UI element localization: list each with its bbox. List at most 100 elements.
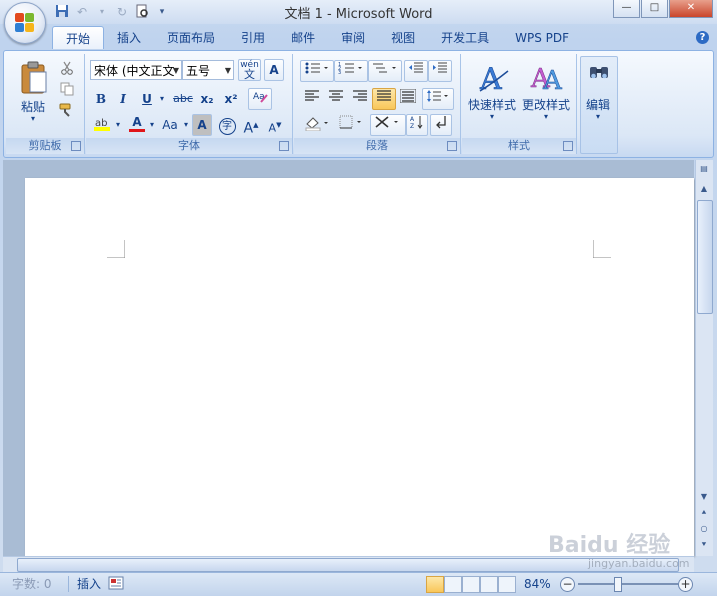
shading-icon[interactable] xyxy=(300,114,334,136)
highlight-icon[interactable]: ab xyxy=(90,114,114,136)
phonetic-guide-button[interactable]: wén 文 xyxy=(238,59,261,81)
next-page-icon[interactable]: ⯆ xyxy=(697,538,711,552)
superscript-button[interactable]: x² xyxy=(220,88,242,110)
draft-view-icon[interactable] xyxy=(498,576,516,593)
font-color-label: A xyxy=(132,115,142,129)
phonetic-guide-char: 文 xyxy=(244,68,255,81)
zoom-slider-thumb[interactable] xyxy=(614,577,622,592)
quick-styles-dropdown-icon[interactable]: ▾ xyxy=(464,112,520,121)
change-styles-button[interactable]: A A xyxy=(520,56,574,134)
highlight-dropdown-icon[interactable]: ▾ xyxy=(112,114,124,136)
vertical-scroll-thumb[interactable] xyxy=(697,200,713,314)
enclose-characters-button[interactable]: 字 xyxy=(216,114,238,136)
tab-references[interactable]: 引用 xyxy=(228,26,278,48)
grow-font-button[interactable]: A▲ xyxy=(240,114,262,137)
previous-page-icon[interactable]: ⯅ xyxy=(697,506,711,520)
print-layout-view-icon[interactable] xyxy=(426,576,444,593)
save-icon[interactable] xyxy=(54,4,70,20)
tab-mailings[interactable]: 邮件 xyxy=(278,26,328,48)
tab-wps-pdf[interactable]: WPS PDF xyxy=(502,26,582,48)
subscript-button[interactable]: x₂ xyxy=(196,88,218,110)
ruler-toggle-icon[interactable]: ▤ xyxy=(697,162,711,176)
tab-home[interactable]: 开始 xyxy=(52,26,105,49)
line-spacing-icon[interactable] xyxy=(422,88,454,110)
tab-view[interactable]: 视图 xyxy=(378,26,428,48)
customize-qat-icon[interactable]: ▾ xyxy=(154,4,170,20)
tab-page-layout[interactable]: 页面布局 xyxy=(154,26,228,48)
numbering-icon[interactable]: 123 xyxy=(334,60,368,82)
browse-object-icon[interactable]: ○ xyxy=(697,522,711,536)
font-size-combo[interactable]: 五号 ▼ xyxy=(182,60,234,80)
styles-launcher-icon[interactable] xyxy=(563,141,573,151)
customize-icon[interactable]: ▾ xyxy=(94,4,110,20)
change-styles-dropdown-icon[interactable]: ▾ xyxy=(518,112,574,121)
paragraph-launcher-icon[interactable] xyxy=(447,141,457,151)
undo-icon[interactable]: ↶ xyxy=(74,4,90,20)
title-bar: 文档 1 - Microsoft Word ↶ ▾ ↻ ▾ — □ ✕ xyxy=(0,0,717,24)
bold-button[interactable]: B xyxy=(90,88,112,110)
align-left-icon[interactable] xyxy=(300,88,324,110)
zoom-level[interactable]: 84% xyxy=(524,576,551,592)
change-case-button[interactable]: Aa xyxy=(158,114,182,136)
tab-review[interactable]: 审阅 xyxy=(328,26,378,48)
tab-insert[interactable]: 插入 xyxy=(104,26,154,48)
character-border-button[interactable]: A xyxy=(264,59,284,81)
zoom-in-icon[interactable]: + xyxy=(678,577,693,592)
font-size-value: 五号 xyxy=(186,64,211,78)
scroll-down-icon[interactable]: ▼ xyxy=(697,490,711,504)
minimize-button[interactable]: — xyxy=(613,0,640,18)
zoom-slider[interactable] xyxy=(578,583,678,585)
character-shading-button[interactable]: A xyxy=(192,114,212,136)
underline-button[interactable]: U xyxy=(136,88,158,110)
help-icon[interactable]: ? xyxy=(696,31,709,44)
show-marks-icon[interactable] xyxy=(430,114,452,136)
shrink-font-button[interactable]: A▼ xyxy=(264,114,286,136)
distributed-icon[interactable] xyxy=(396,88,420,110)
redo-icon[interactable]: ↻ xyxy=(114,4,130,20)
vertical-scrollbar[interactable]: ▤ ▲ ▼ ⯅ ○ ⯆ xyxy=(695,160,713,556)
insert-mode[interactable]: 插入 xyxy=(68,576,101,592)
web-layout-icon[interactable] xyxy=(462,576,480,593)
clipboard-launcher-icon[interactable] xyxy=(71,141,81,151)
maximize-button[interactable]: □ xyxy=(641,0,668,18)
multilevel-list-icon[interactable] xyxy=(368,60,402,82)
editing-dropdown-icon[interactable]: ▾ xyxy=(580,112,616,121)
justify-icon[interactable] xyxy=(372,88,396,110)
font-color-button[interactable]: A xyxy=(126,114,148,136)
align-center-icon[interactable] xyxy=(324,88,348,110)
zoom-out-icon[interactable]: − xyxy=(560,577,575,592)
close-button[interactable]: ✕ xyxy=(669,0,713,18)
word-count[interactable]: 字数: 0 xyxy=(12,576,52,592)
align-right-icon[interactable] xyxy=(348,88,372,110)
decrease-indent-icon[interactable] xyxy=(404,60,428,82)
quick-styles-button[interactable]: A xyxy=(466,56,520,134)
margin-corner-top-left xyxy=(107,240,125,258)
office-button[interactable] xyxy=(4,2,46,44)
document-page[interactable] xyxy=(25,178,694,556)
underline-dropdown-icon[interactable]: ▾ xyxy=(156,88,168,110)
font-launcher-icon[interactable] xyxy=(279,141,289,151)
full-screen-reading-icon[interactable] xyxy=(444,576,462,593)
strikethrough-button[interactable]: abc xyxy=(170,88,196,110)
font-color-dropdown-icon[interactable]: ▾ xyxy=(146,114,158,136)
increase-indent-icon[interactable] xyxy=(428,60,452,82)
horizontal-scroll-thumb[interactable] xyxy=(17,558,679,572)
cut-icon[interactable] xyxy=(56,60,78,82)
chinese-layout-icon[interactable] xyxy=(370,114,406,136)
sort-icon[interactable]: AZ xyxy=(406,114,428,136)
change-case-dropdown-icon[interactable]: ▾ xyxy=(180,114,192,136)
print-preview-icon[interactable] xyxy=(134,4,150,20)
copy-icon[interactable] xyxy=(56,81,78,103)
borders-icon[interactable] xyxy=(336,114,368,136)
font-name-combo[interactable]: 宋体 (中文正文 ▼ xyxy=(90,60,182,80)
format-painter-icon[interactable] xyxy=(56,102,78,124)
scroll-up-icon[interactable]: ▲ xyxy=(697,182,711,196)
paste-dropdown-icon[interactable]: ▾ xyxy=(14,114,52,123)
tab-developer[interactable]: 开发工具 xyxy=(428,26,502,48)
quick-styles-label: 快速样式 xyxy=(467,98,516,112)
outline-view-icon[interactable] xyxy=(480,576,498,593)
italic-button[interactable]: I xyxy=(112,88,134,110)
clear-formatting-icon[interactable]: Aa xyxy=(248,88,272,110)
macro-record-icon[interactable] xyxy=(108,576,124,592)
bullets-icon[interactable] xyxy=(300,60,334,82)
